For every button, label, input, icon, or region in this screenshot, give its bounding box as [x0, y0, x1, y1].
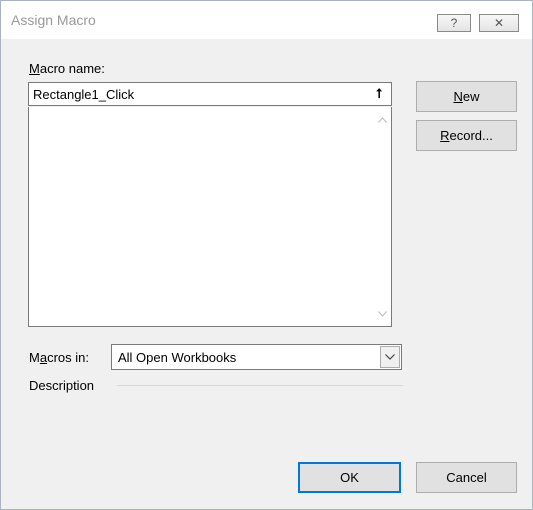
- scroll-down-icon[interactable]: [376, 307, 389, 320]
- scroll-up-icon[interactable]: [376, 113, 389, 126]
- macro-name-label: Macro name:: [29, 61, 105, 76]
- cancel-button[interactable]: Cancel: [416, 462, 517, 493]
- description-label: Description: [29, 378, 95, 393]
- macro-name-input[interactable]: Rectangle1_Click ⭡: [28, 82, 392, 106]
- dialog-title: Assign Macro: [11, 12, 96, 28]
- close-icon: ✕: [493, 16, 505, 30]
- assign-macro-dialog: Assign Macro ? ✕ Macro name: Rectangle1_…: [0, 0, 533, 510]
- macros-in-label: Macros in:: [29, 350, 89, 365]
- title-bar: Assign Macro ? ✕: [1, 1, 532, 39]
- chevron-down-icon[interactable]: [380, 346, 400, 368]
- ok-button[interactable]: OK: [298, 462, 401, 493]
- macro-list-scrollbar[interactable]: [374, 107, 391, 326]
- new-button[interactable]: New: [416, 81, 517, 112]
- macro-list[interactable]: [28, 107, 392, 327]
- close-button[interactable]: ✕: [479, 14, 519, 32]
- record-button[interactable]: Record...: [416, 120, 517, 151]
- description-divider: [117, 385, 403, 386]
- macros-in-select[interactable]: All Open Workbooks: [111, 344, 402, 370]
- collapse-arrow-icon[interactable]: ⭡: [367, 83, 391, 105]
- help-icon: ?: [450, 16, 458, 30]
- macros-in-value: All Open Workbooks: [118, 350, 237, 365]
- help-button[interactable]: ?: [437, 14, 471, 32]
- macro-name-value: Rectangle1_Click: [33, 87, 135, 102]
